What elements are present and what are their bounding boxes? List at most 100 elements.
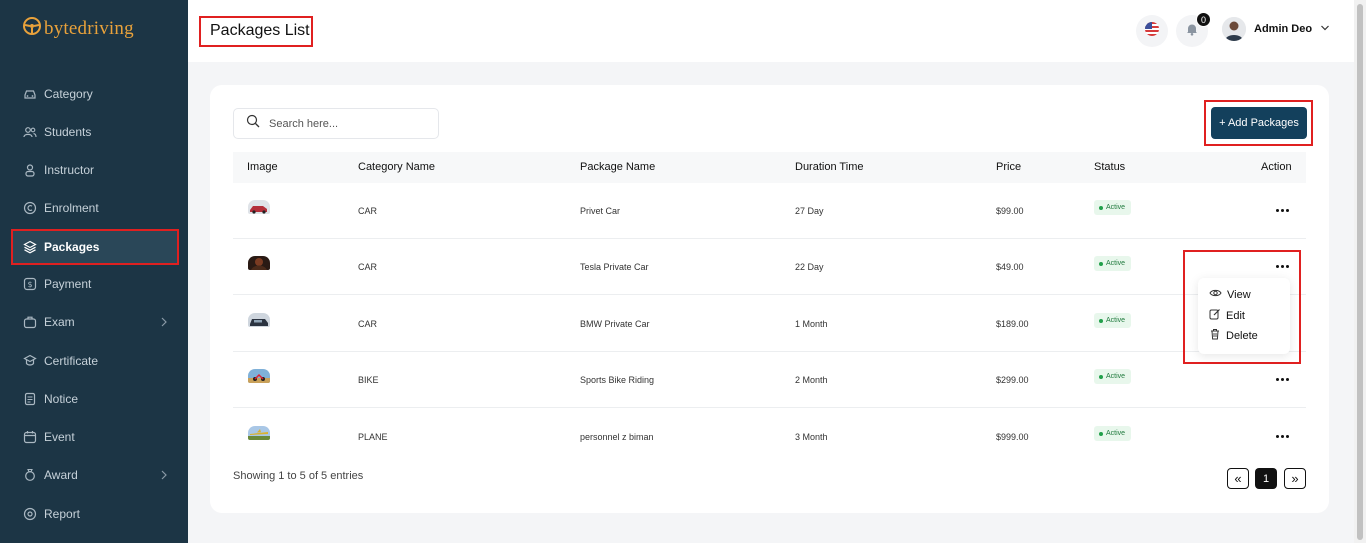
packages-card: + Add Packages Image Category Name Packa… (210, 85, 1329, 513)
dot (1285, 377, 1289, 381)
menu-item-label: Edit (1226, 309, 1245, 322)
table-header: Image Category Name Package Name Duratio… (233, 152, 1306, 183)
sidebar-item-award[interactable]: Award (12, 458, 178, 492)
user-menu[interactable]: Admin Deo (1222, 17, 1330, 41)
cell-duration: 27 Day (795, 206, 824, 216)
cell-duration: 22 Day (795, 262, 824, 272)
avatar (1222, 17, 1246, 41)
sidebar-item-label: Certificate (44, 354, 99, 368)
sidebar-item-label: Event (44, 430, 75, 444)
column-header-category: Category Name (358, 161, 436, 173)
dot (1280, 208, 1284, 212)
search-box[interactable] (233, 108, 439, 139)
sidebar-item-packages[interactable]: Packages (11, 229, 179, 265)
add-packages-highlight: + Add Packages (1204, 100, 1313, 146)
us-flag-icon (1144, 21, 1160, 42)
status-label: Active (1106, 430, 1126, 437)
cell-duration: 1 Month (795, 319, 828, 329)
menu-item-label: View (1227, 288, 1251, 301)
certificate-icon (22, 353, 38, 369)
sidebar-item-label: Packages (44, 240, 100, 254)
steering-wheel-icon (22, 16, 42, 41)
sidebar-item-label: Report (44, 507, 81, 521)
sidebar-item-certificate[interactable]: Certificate (12, 344, 178, 378)
sidebar-item-category[interactable]: Category (12, 77, 178, 111)
cell-price: $49.00 (996, 262, 1024, 272)
cell-package: Sports Bike Riding (580, 375, 655, 385)
pagination-info: Showing 1 to 5 of 5 entries (233, 470, 364, 482)
package-image[interactable] (248, 313, 270, 327)
status-badge: Active (1094, 426, 1132, 441)
search-input[interactable] (269, 117, 429, 130)
row-actions-button[interactable] (1272, 426, 1292, 446)
cell-package: BMW Private Car (580, 319, 650, 329)
sidebar-item-enrolment[interactable]: Enrolment (12, 191, 178, 225)
layers-icon (22, 239, 38, 255)
status-label: Active (1106, 317, 1126, 324)
sidebar-item-students[interactable]: Students (12, 115, 178, 149)
scrollbar-thumb[interactable] (1357, 4, 1363, 540)
dot (1285, 208, 1289, 212)
sidebar-item-label: Payment (44, 277, 92, 291)
status-dot-icon (1099, 431, 1103, 436)
notification-count-badge: 0 (1196, 12, 1211, 27)
cell-duration: 2 Month (795, 375, 828, 385)
brand-logo[interactable]: bytedriving (22, 16, 134, 41)
status-dot-icon (1099, 261, 1103, 266)
notifications-button[interactable]: 0 (1176, 12, 1211, 47)
dot (1275, 434, 1279, 438)
award-icon (22, 467, 38, 483)
brand-name: bytedriving (44, 17, 134, 39)
pagination-prev-button[interactable]: « (1227, 468, 1249, 489)
sidebar-item-instructor[interactable]: Instructor (12, 153, 178, 187)
sidebar-item-label: Notice (44, 392, 79, 406)
copyright-icon (22, 200, 38, 216)
cell-category: CAR (358, 319, 378, 329)
package-image[interactable] (248, 426, 270, 440)
column-header-package: Package Name (580, 161, 656, 173)
row-actions-button[interactable] (1272, 369, 1292, 389)
pagination-next-button[interactable]: » (1284, 468, 1306, 489)
sidebar-item-label: Category (44, 87, 93, 101)
sidebar-item-notice[interactable]: Notice (12, 382, 178, 416)
menu-item-edit[interactable]: Edit (1209, 308, 1245, 323)
sidebar-item-label: Exam (44, 315, 75, 329)
user-name: Admin Deo (1254, 23, 1313, 35)
sidebar-item-exam[interactable]: Exam (12, 305, 178, 339)
column-header-action: Action (1261, 161, 1292, 173)
edit-icon (1209, 308, 1221, 323)
column-header-image: Image (247, 161, 278, 173)
status-label: Active (1106, 260, 1126, 267)
cell-price: $189.00 (996, 319, 1029, 329)
action-menu: View Edit Delete (1198, 278, 1290, 354)
dollar-icon: $ (22, 276, 38, 292)
sidebar-item-payment[interactable]: $ Payment (12, 267, 178, 301)
row-actions-button[interactable] (1272, 200, 1292, 220)
status-badge: Active (1094, 256, 1132, 271)
status-dot-icon (1099, 205, 1103, 210)
status-badge: Active (1094, 313, 1132, 328)
package-image[interactable] (248, 200, 270, 214)
sidebar-item-event[interactable]: Event (12, 420, 178, 454)
page-scrollbar[interactable] (1354, 0, 1366, 543)
sidebar-item-report[interactable]: Report (12, 497, 178, 531)
cell-package: Privet Car (580, 206, 621, 216)
dot (1275, 377, 1279, 381)
page-title: Packages List (199, 16, 313, 47)
sidebar-item-label: Award (44, 468, 78, 482)
cell-category: PLANE (358, 432, 388, 442)
menu-item-view[interactable]: View (1209, 288, 1251, 301)
package-image[interactable] (248, 256, 270, 270)
table-row: BIKE Sports Bike Riding 2 Month $299.00 … (233, 352, 1306, 408)
language-button[interactable] (1136, 15, 1168, 47)
pagination-page-button[interactable]: 1 (1255, 468, 1277, 489)
sidebar-item-label: Students (44, 125, 92, 139)
table-row: CAR BMW Private Car 1 Month $189.00 Acti… (233, 296, 1306, 352)
cell-package: Tesla Private Car (580, 262, 649, 272)
top-header: Packages List 0 Admin Deo (188, 0, 1354, 62)
cell-category: CAR (358, 262, 378, 272)
status-badge: Active (1094, 200, 1132, 215)
menu-item-delete[interactable]: Delete (1209, 328, 1258, 343)
package-image[interactable] (248, 369, 270, 383)
add-packages-button[interactable]: + Add Packages (1211, 107, 1307, 139)
